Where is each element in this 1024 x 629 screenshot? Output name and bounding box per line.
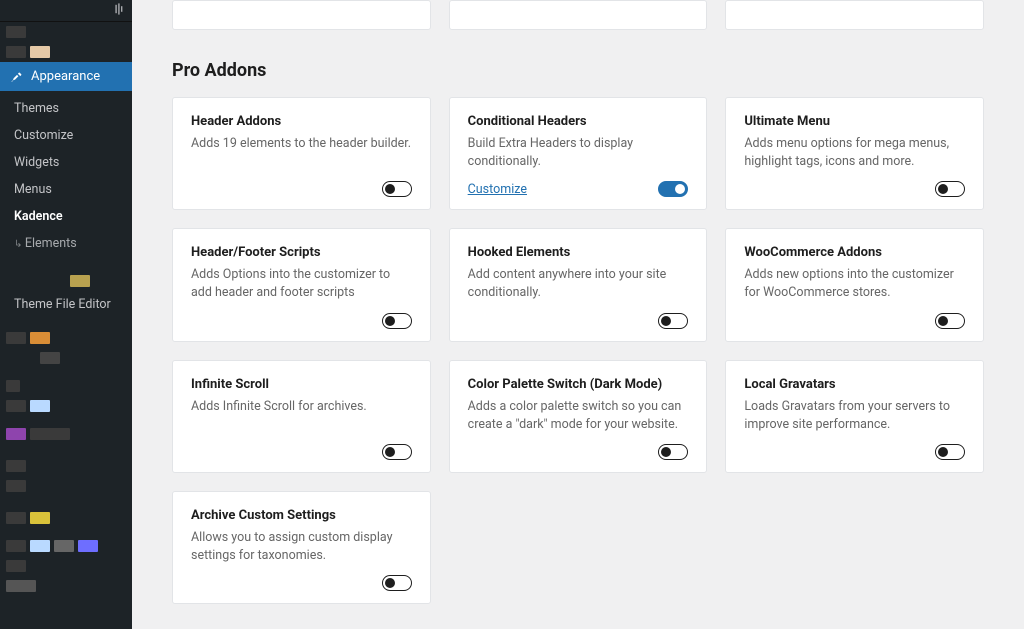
sidebar-placeholder	[0, 271, 132, 291]
admin-toolbar	[0, 0, 132, 22]
section-title: Pro Addons	[172, 60, 984, 81]
sidebar-placeholder	[0, 556, 132, 576]
sidebar-placeholder	[0, 536, 132, 556]
addon-card-footer	[191, 313, 412, 329]
appearance-submenu: ThemesCustomizeWidgetsMenusKadenceElemen…	[0, 91, 132, 322]
addon-card: Conditional Headers Build Extra Headers t…	[449, 97, 708, 210]
addon-toggle[interactable]	[382, 575, 412, 591]
addon-card-title: Color Palette Switch (Dark Mode)	[468, 377, 689, 392]
addon-card-desc: Loads Gravatars from your servers to imp…	[744, 398, 965, 434]
sidebar-placeholder	[0, 508, 132, 528]
sidebar-placeholder	[0, 348, 132, 368]
addon-card: Archive Custom Settings Allows you to ass…	[172, 491, 431, 604]
addon-card-footer	[744, 181, 965, 197]
submenu-item-kadence[interactable]: Kadence	[0, 203, 132, 230]
addon-card-title: Infinite Scroll	[191, 377, 412, 392]
sidebar-placeholder	[0, 328, 132, 348]
submenu-item-menus[interactable]: Menus	[0, 176, 132, 203]
addon-toggle[interactable]	[658, 444, 688, 460]
addon-card-footer	[468, 444, 689, 460]
addon-card: WooCommerce Addons Adds new options into …	[725, 228, 984, 341]
addon-card-desc: Adds a color palette switch so you can c…	[468, 398, 689, 434]
addon-card-desc: Adds new options into the customizer for…	[744, 266, 965, 302]
addon-card-footer	[191, 444, 412, 460]
menu-appearance[interactable]: Appearance	[0, 62, 132, 91]
ghost-card	[172, 0, 431, 30]
addon-card-title: Hooked Elements	[468, 245, 689, 260]
submenu-item-elements[interactable]: Elements	[0, 230, 132, 257]
addon-card-title: WooCommerce Addons	[744, 245, 965, 260]
addon-card-title: Conditional Headers	[468, 114, 689, 129]
addon-card-footer	[191, 181, 412, 197]
sidebar-placeholder	[0, 476, 132, 496]
addon-card: Header Addons Adds 19 elements to the hea…	[172, 97, 431, 210]
ghost-cards-row	[172, 0, 984, 30]
addon-toggle[interactable]	[935, 313, 965, 329]
addon-card-desc: Adds Infinite Scroll for archives.	[191, 398, 412, 434]
sidebar-placeholder	[0, 396, 132, 416]
addon-card-desc: Build Extra Headers to display condition…	[468, 135, 689, 171]
addon-card-desc: Adds 19 elements to the header builder.	[191, 135, 412, 171]
submenu-item-theme-file-editor[interactable]: Theme File Editor	[0, 291, 132, 318]
sidebar-placeholder	[0, 42, 132, 62]
addon-toggle[interactable]	[935, 444, 965, 460]
addon-card-footer	[744, 444, 965, 460]
addon-card: Header/Footer Scripts Adds Options into t…	[172, 228, 431, 341]
addon-card: Infinite Scroll Adds Infinite Scroll for …	[172, 360, 431, 473]
addon-card: Ultimate Menu Adds menu options for mega …	[725, 97, 984, 210]
addon-toggle[interactable]	[658, 181, 688, 197]
addon-card-title: Header Addons	[191, 114, 412, 129]
menu-appearance-label: Appearance	[31, 69, 100, 84]
sidebar-placeholder	[0, 456, 132, 476]
addon-card-footer: Customize	[468, 181, 689, 197]
submenu-item-customize[interactable]: Customize	[0, 122, 132, 149]
addons-grid: Header Addons Adds 19 elements to the hea…	[172, 97, 984, 604]
submenu-item-themes[interactable]: Themes	[0, 95, 132, 122]
sidebar-placeholder	[0, 424, 132, 444]
main-content: Pro Addons Header Addons Adds 19 elements…	[132, 0, 1024, 629]
addon-toggle[interactable]	[382, 313, 412, 329]
sidebar-placeholder	[0, 376, 132, 396]
sidebar-placeholder	[0, 576, 132, 596]
addon-card-desc: Adds menu options for mega menus, highli…	[744, 135, 965, 171]
addon-customize-link[interactable]: Customize	[468, 182, 527, 197]
addon-card-desc: Adds Options into the customizer to add …	[191, 266, 412, 302]
addon-toggle[interactable]	[935, 181, 965, 197]
addon-card-title: Ultimate Menu	[744, 114, 965, 129]
addon-card-desc: Allows you to assign custom display sett…	[191, 529, 412, 565]
addon-card-title: Header/Footer Scripts	[191, 245, 412, 260]
addon-toggle[interactable]	[382, 181, 412, 197]
addon-card-footer	[191, 575, 412, 591]
brush-icon	[10, 70, 24, 84]
addon-toggle[interactable]	[658, 313, 688, 329]
addon-card: Color Palette Switch (Dark Mode) Adds a c…	[449, 360, 708, 473]
ghost-card	[725, 0, 984, 30]
addon-card-title: Local Gravatars	[744, 377, 965, 392]
addon-card: Hooked Elements Add content anywhere into…	[449, 228, 708, 341]
sidebar-placeholder	[0, 22, 132, 42]
collapse-icon[interactable]	[114, 2, 128, 20]
addon-card: Local Gravatars Loads Gravatars from your…	[725, 360, 984, 473]
addon-card-title: Archive Custom Settings	[191, 508, 412, 523]
ghost-card	[449, 0, 708, 30]
admin-sidebar: Appearance ThemesCustomizeWidgetsMenusKa…	[0, 0, 132, 629]
addon-card-footer	[744, 313, 965, 329]
addon-card-footer	[468, 313, 689, 329]
addon-toggle[interactable]	[382, 444, 412, 460]
submenu-item-widgets[interactable]: Widgets	[0, 149, 132, 176]
addon-card-desc: Add content anywhere into your site cond…	[468, 266, 689, 302]
